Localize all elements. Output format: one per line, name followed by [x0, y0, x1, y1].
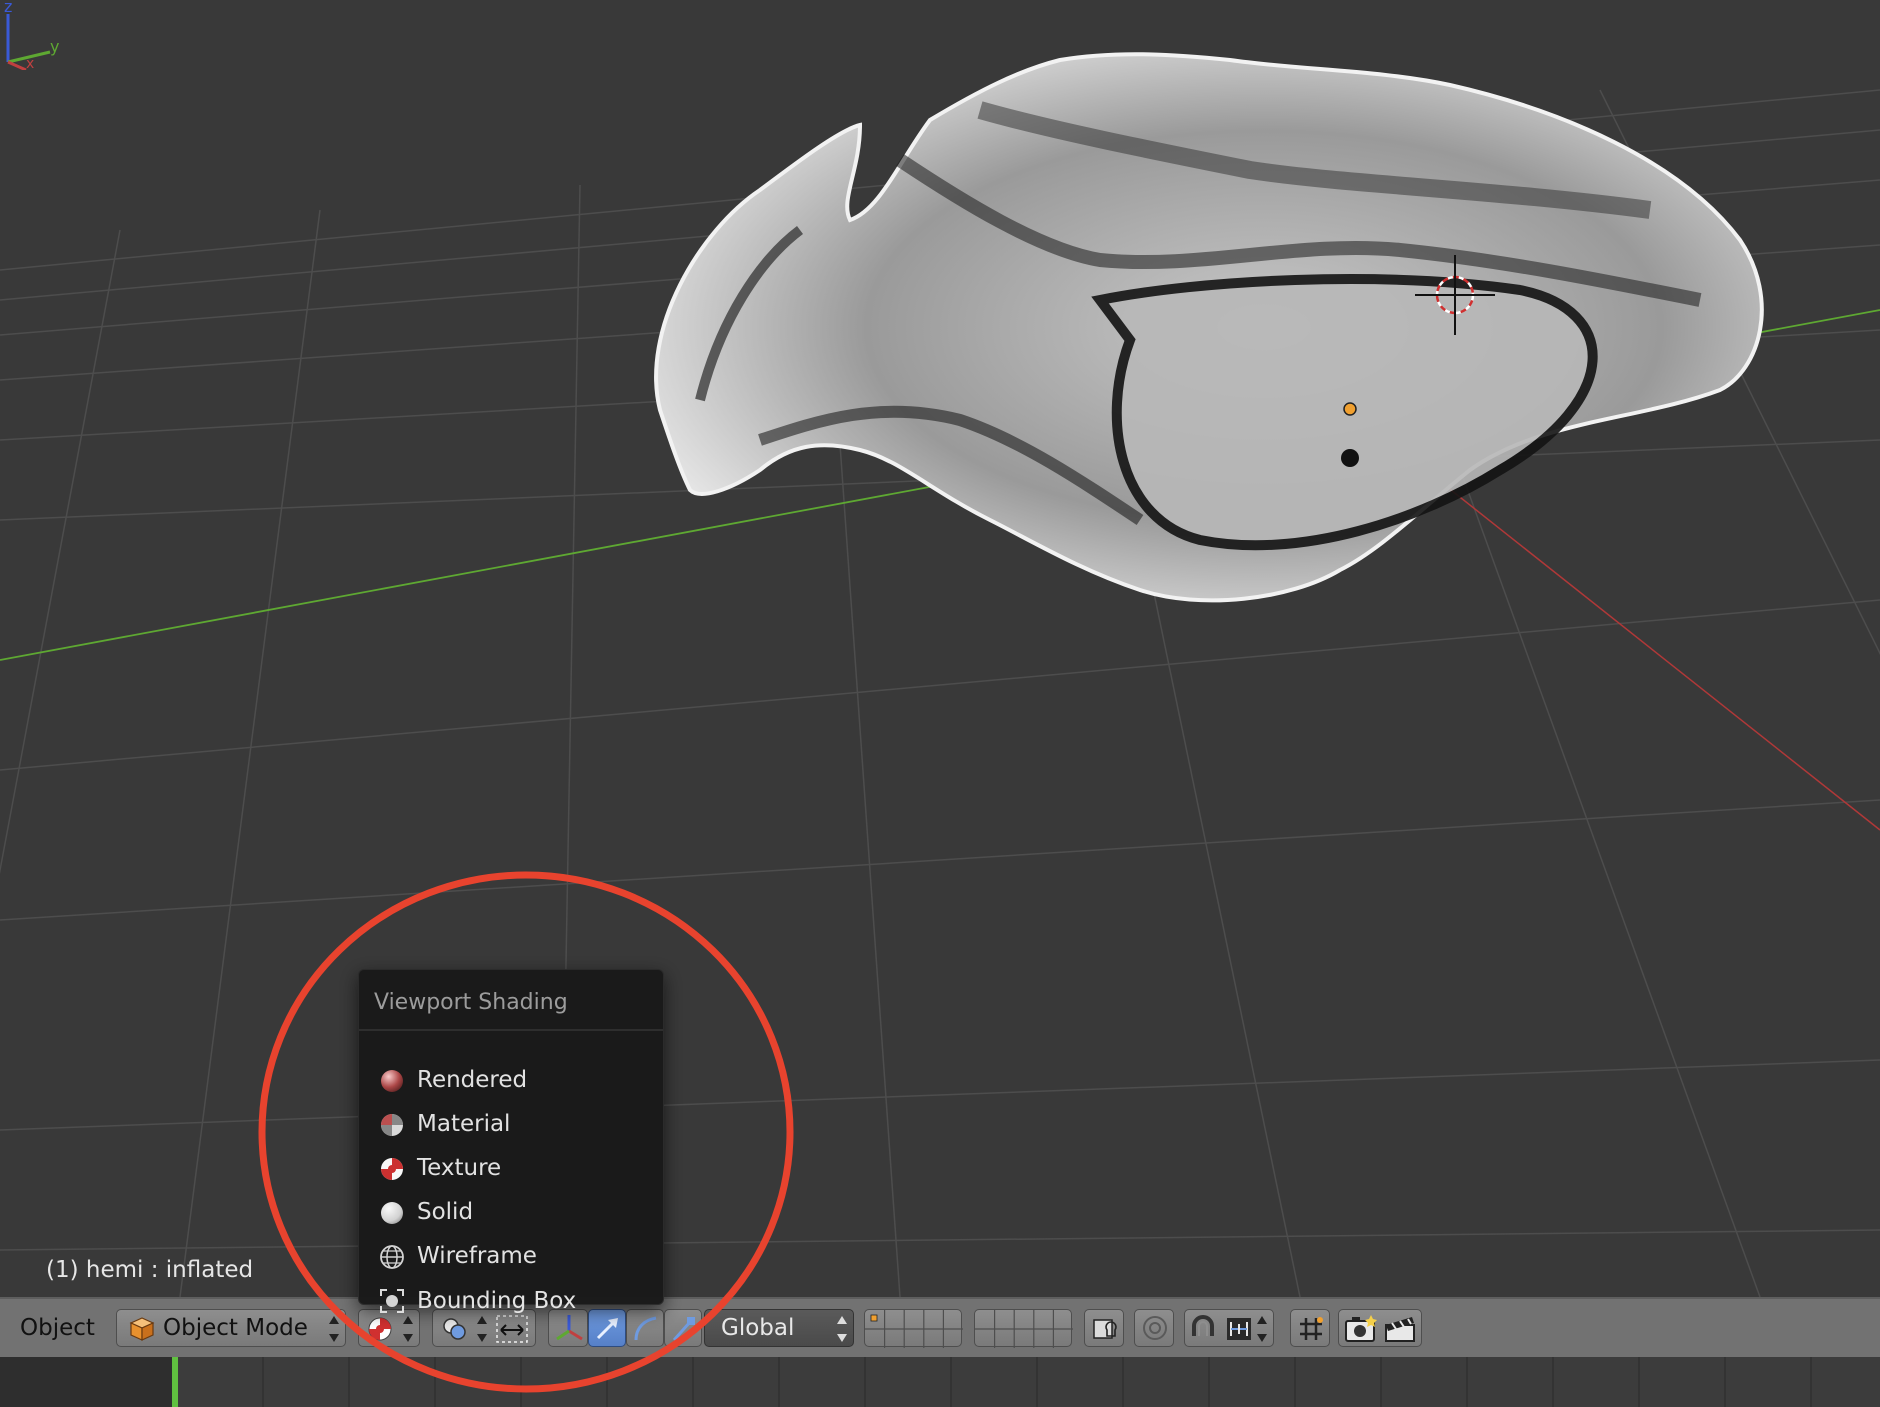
menu-item-solid[interactable]: Solid	[359, 1192, 663, 1234]
3d-view-header: Object Object Mode Global	[0, 1297, 1880, 1357]
menu-title: Viewport Shading	[374, 990, 568, 1015]
mode-updown-icon	[329, 1316, 339, 1342]
proportional-edit-icon	[1143, 1316, 1167, 1340]
axis-z-label: z	[4, 0, 12, 16]
layer-lock-icon	[1093, 1319, 1117, 1339]
texture-checker-icon	[381, 1158, 403, 1180]
manipulator-toggle-button[interactable]	[548, 1309, 588, 1347]
render-group	[1338, 1309, 1422, 1347]
mode-label: Object Mode	[163, 1315, 308, 1341]
clapperboard-render-icon[interactable]	[1383, 1313, 1417, 1345]
snap-magnet-icon[interactable]	[1189, 1314, 1217, 1342]
material-sphere-icon	[381, 1114, 403, 1136]
mode-selector[interactable]: Object Mode	[116, 1309, 346, 1347]
brain-mesh[interactable]	[654, 52, 1764, 603]
pivot-updown-icon	[477, 1316, 487, 1342]
object-menu[interactable]: Object	[20, 1309, 95, 1347]
snap-target-icon	[1300, 1317, 1323, 1340]
translate-arrow-icon	[596, 1318, 618, 1340]
camera-render-icon[interactable]	[1344, 1313, 1378, 1345]
menu-item-label: Rendered	[417, 1067, 528, 1093]
menu-item-label: Bounding Box	[417, 1288, 577, 1314]
layers-grid-icon	[865, 1310, 963, 1348]
timeline-before-start	[0, 1357, 172, 1407]
axis-x-label: x	[26, 56, 34, 70]
snap-target-button[interactable]	[1290, 1309, 1330, 1347]
scene-layers-2[interactable]	[974, 1309, 1073, 1348]
proportional-editing-button[interactable]	[1134, 1309, 1174, 1347]
rotate-manipulator-button[interactable]	[626, 1309, 664, 1347]
shading-updown-icon	[403, 1316, 413, 1342]
viewport-grid	[0, 52, 1880, 1297]
timeline-frames	[178, 1357, 1880, 1407]
pivot-and-manipulator-group[interactable]	[432, 1309, 536, 1347]
menu-item-label: Material	[417, 1111, 511, 1137]
texture-checker-icon	[368, 1317, 392, 1341]
scale-handle-icon	[672, 1317, 695, 1341]
menu-item-material[interactable]: Material	[359, 1104, 663, 1146]
scale-manipulator-button[interactable]	[664, 1309, 702, 1347]
lock-camera-layers-button[interactable]	[1084, 1309, 1124, 1347]
manipulator-axes-icon	[556, 1315, 583, 1341]
snapping-group[interactable]	[1184, 1309, 1274, 1347]
menu-item-label: Solid	[417, 1199, 474, 1225]
axis-y-label: y	[50, 37, 59, 56]
menu-item-texture[interactable]: Texture	[359, 1148, 663, 1190]
manipulate-center-icon[interactable]	[495, 1314, 529, 1344]
menu-item-label: Texture	[417, 1155, 502, 1181]
scene-layers-1[interactable]	[864, 1309, 963, 1348]
object-status-text: (1) hemi : inflated	[46, 1257, 254, 1283]
menu-item-rendered[interactable]: Rendered	[359, 1060, 663, 1102]
rotate-arc-icon	[634, 1316, 657, 1341]
3d-viewport[interactable]: z y x (1) hemi : inflated	[0, 0, 1880, 1297]
transform-orientation-selector[interactable]: Global	[704, 1309, 854, 1347]
timeline-area[interactable]	[0, 1357, 1880, 1407]
viewport-shading-menu: Viewport Shading Rendered Material Textu…	[358, 969, 664, 1314]
snap-updown-icon	[1257, 1316, 1267, 1342]
current-frame-marker[interactable]	[172, 1357, 178, 1407]
pivot-point-icon[interactable]	[441, 1316, 469, 1342]
orientation-updown-icon	[837, 1316, 847, 1342]
object-cube-icon	[129, 1317, 155, 1341]
rendered-sphere-icon	[381, 1070, 403, 1092]
menu-divider	[359, 1029, 663, 1031]
menu-item-bounding-box[interactable]: Bounding Box	[359, 1260, 663, 1314]
orientation-label: Global	[721, 1315, 795, 1341]
bounding-box-icon	[380, 1289, 404, 1313]
snap-increment-icon[interactable]	[1225, 1316, 1253, 1342]
viewport-shading-button[interactable]	[358, 1309, 420, 1347]
origin-dot	[1343, 402, 1357, 416]
solid-sphere-icon	[381, 1202, 403, 1224]
layers-grid-icon	[975, 1310, 1073, 1348]
translate-manipulator-button[interactable]	[588, 1309, 626, 1347]
axis-gizmo-icon: z y x	[4, 0, 59, 70]
